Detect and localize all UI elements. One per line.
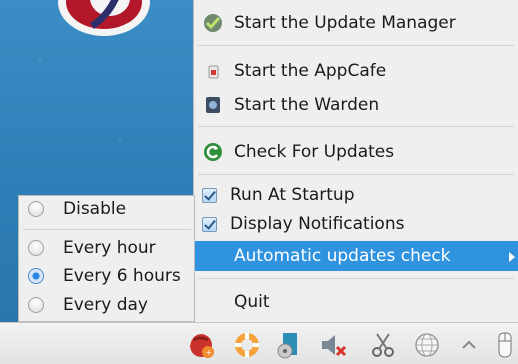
option-disable[interactable]: Disable [19, 196, 194, 222]
tray-context-menu: Start the Update Manager Start the AppCa… [193, 0, 518, 322]
update-tray-icon[interactable]: + [186, 330, 216, 360]
check-for-updates-item[interactable]: Check For Updates [194, 137, 518, 167]
submenu-arrow-icon [509, 252, 515, 262]
start-appcafe-item[interactable]: Start the AppCafe [194, 56, 518, 86]
appcafe-icon [208, 65, 219, 79]
option-every-6-hours[interactable]: Every 6 hours [19, 263, 194, 289]
automatic-updates-check-submenu[interactable]: Automatic updates check [194, 241, 518, 271]
update-interval-submenu: Disable Every hour Every 6 hours Every d… [18, 195, 195, 322]
option-label: Every hour [63, 238, 156, 258]
volume-muted-icon[interactable] [318, 330, 348, 360]
menu-item-label: Start the Warden [234, 95, 380, 115]
menu-item-label: Run At Startup [230, 185, 355, 205]
radio-on-icon [28, 268, 44, 284]
menu-separator [198, 126, 514, 127]
svg-text:+: + [206, 348, 213, 357]
lifebuoy-icon[interactable] [232, 330, 262, 360]
menu-separator [198, 278, 514, 279]
mouse-icon[interactable] [490, 330, 518, 360]
media-icon[interactable] [274, 330, 304, 360]
update-manager-icon [204, 14, 222, 32]
option-label: Disable [63, 199, 127, 219]
taskbar: + [0, 322, 518, 364]
menu-separator [23, 229, 191, 230]
refresh-icon [204, 143, 222, 161]
run-at-startup-toggle[interactable]: Run At Startup [194, 180, 518, 210]
menu-separator [198, 45, 514, 46]
menu-item-label: Quit [234, 292, 270, 312]
menu-separator [198, 174, 514, 175]
radio-off-icon [28, 201, 44, 217]
menu-item-label: Display Notifications [230, 214, 405, 234]
radio-off-icon [28, 240, 44, 256]
desktop-logo-icon [58, 0, 150, 36]
option-label: Every 6 hours [63, 266, 181, 286]
option-every-day[interactable]: Every day [19, 292, 194, 318]
display-notifications-toggle[interactable]: Display Notifications [194, 209, 518, 239]
menu-item-label: Start the AppCafe [234, 61, 387, 81]
menu-item-label: Start the Update Manager [234, 13, 456, 33]
radio-off-icon [28, 297, 44, 313]
option-label: Every day [63, 295, 148, 315]
checkbox-checked-icon [202, 217, 217, 232]
start-update-manager-item[interactable]: Start the Update Manager [194, 8, 518, 38]
option-every-hour[interactable]: Every hour [19, 235, 194, 261]
quit-item[interactable]: Quit [194, 287, 518, 317]
checkbox-checked-icon [202, 188, 217, 203]
network-icon[interactable] [412, 330, 442, 360]
scissors-icon[interactable] [368, 330, 398, 360]
menu-item-label: Check For Updates [234, 142, 395, 162]
expand-tray-icon[interactable] [454, 330, 484, 360]
menu-item-label: Automatic updates check [234, 246, 451, 266]
start-warden-item[interactable]: Start the Warden [194, 90, 518, 120]
warden-icon [206, 97, 220, 113]
